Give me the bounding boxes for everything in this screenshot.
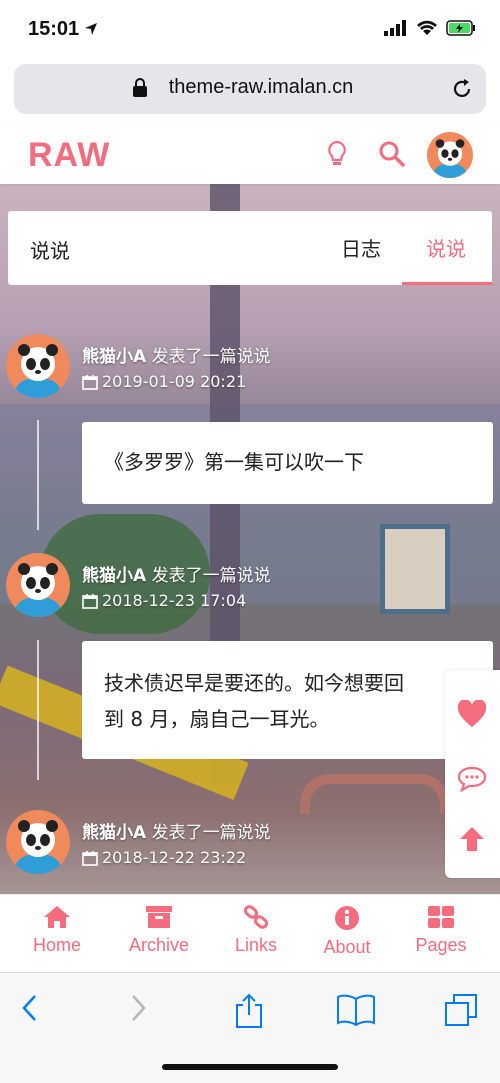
back-icon[interactable]	[20, 993, 40, 1023]
author-name[interactable]: 熊猫小A	[82, 347, 146, 367]
post-date-text: 2019-01-09 20:21	[102, 372, 247, 391]
calendar-icon	[82, 850, 98, 866]
url-text: theme-raw.imalan.cn	[168, 76, 354, 98]
status-bar: 15:01	[0, 0, 500, 58]
timeline-line	[37, 640, 39, 780]
nav-pages[interactable]: Pages	[396, 905, 486, 956]
tab-moments[interactable]: 说说	[402, 211, 492, 285]
home-indicator	[162, 1064, 338, 1070]
post-action: 发表了一篇说说	[151, 347, 271, 367]
home-icon	[44, 906, 70, 928]
nav-archive[interactable]: Archive	[114, 905, 204, 956]
user-avatar[interactable]	[427, 132, 473, 178]
reload-icon[interactable]	[450, 77, 474, 101]
nav-label: About	[323, 937, 371, 957]
side-action-panel	[445, 670, 500, 878]
post-date: 2018-12-22 23:22	[82, 848, 246, 867]
avatar[interactable]	[6, 810, 70, 874]
post-date: 2019-01-09 20:21	[82, 372, 246, 391]
post-date: 2018-12-23 17:04	[82, 591, 246, 610]
share-icon[interactable]	[233, 993, 265, 1029]
nav-label: Links	[234, 935, 278, 955]
wifi-icon	[417, 20, 437, 35]
tab-moments-label: 说说	[426, 237, 466, 261]
background-image	[0, 184, 500, 894]
status-time: 15:01	[28, 18, 80, 40]
search-icon[interactable]	[378, 140, 406, 168]
archive-icon	[146, 906, 172, 928]
post-author: 熊猫小A 发表了一篇说说	[82, 561, 271, 586]
heart-icon[interactable]	[457, 699, 487, 732]
calendar-icon	[82, 374, 98, 390]
author-name[interactable]: 熊猫小A	[82, 823, 146, 843]
avatar[interactable]	[6, 334, 70, 398]
signal-icon	[384, 20, 406, 36]
post-author: 熊猫小A 发表了一篇说说	[82, 342, 271, 367]
post-text-line: 技术债迟早是要还的。如今想要回	[104, 671, 404, 695]
link-icon	[243, 905, 269, 929]
nav-links[interactable]: Links	[211, 905, 301, 956]
post-action: 发表了一篇说说	[151, 823, 271, 843]
author-name[interactable]: 熊猫小A	[82, 566, 146, 586]
post-content: 技术债迟早是要还的。如今想要回 到 8 月，扇自己一耳光。	[82, 641, 493, 759]
forward-icon[interactable]	[128, 993, 148, 1023]
address-bar[interactable]: theme-raw.imalan.cn	[14, 64, 486, 114]
section-title: 说说	[30, 239, 70, 263]
nav-label: Archive	[128, 935, 190, 955]
calendar-icon	[82, 593, 98, 609]
comment-icon[interactable]	[457, 765, 487, 797]
post-author: 熊猫小A 发表了一篇说说	[82, 818, 271, 843]
info-icon	[335, 906, 359, 930]
site-header: RAW	[0, 126, 500, 184]
post-text-line: 《多罗罗》第一集可以吹一下	[104, 450, 364, 474]
nav-label: Pages	[415, 935, 467, 955]
site-logo[interactable]: RAW	[28, 136, 110, 175]
post-content: 《多罗罗》第一集可以吹一下	[82, 422, 493, 504]
location-arrow-icon	[85, 23, 97, 35]
lightbulb-icon[interactable]	[326, 140, 348, 168]
arrow-up-icon[interactable]	[457, 825, 487, 857]
post-date-text: 2018-12-23 17:04	[102, 591, 247, 610]
post-action: 发表了一篇说说	[151, 566, 271, 586]
grid-icon	[428, 906, 454, 928]
nav-home[interactable]: Home	[12, 905, 102, 956]
bottom-nav: Home Archive Links About Pages	[0, 894, 500, 972]
tab-card: 说说 日志 说说	[8, 211, 492, 285]
avatar[interactable]	[6, 553, 70, 617]
bookmarks-icon[interactable]	[336, 993, 376, 1027]
post-text-line: 到 8 月，扇自己一耳光。	[104, 707, 330, 731]
status-indicators	[384, 20, 476, 36]
tabs-icon[interactable]	[444, 993, 478, 1027]
nav-label: Home	[32, 935, 81, 955]
nav-about[interactable]: About	[302, 905, 392, 958]
tab-log[interactable]: 日志	[341, 233, 381, 262]
post-date-text: 2018-12-22 23:22	[102, 848, 247, 867]
battery-icon	[446, 20, 475, 36]
timeline-line	[37, 420, 39, 530]
